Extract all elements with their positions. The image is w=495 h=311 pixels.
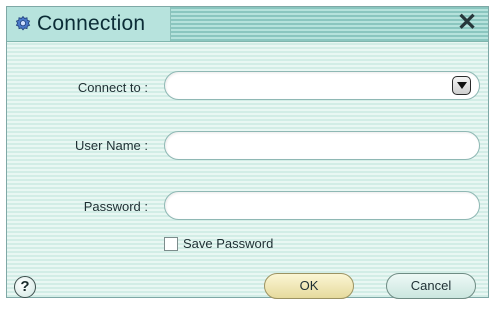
window-title: Connection: [37, 12, 146, 35]
title-tab: Connection: [7, 7, 171, 41]
gear-icon: [15, 15, 31, 31]
connect-to-label: Connect to :: [77, 80, 148, 95]
help-icon[interactable]: ?: [14, 276, 36, 298]
ok-button[interactable]: OK: [264, 273, 354, 299]
save-password-checkbox[interactable]: [164, 237, 178, 251]
save-password-label[interactable]: Save Password: [183, 236, 273, 251]
password-field[interactable]: [164, 191, 480, 220]
close-button[interactable]: ✕: [453, 11, 481, 35]
cancel-button[interactable]: Cancel: [386, 273, 476, 299]
connect-to-combobox[interactable]: [164, 71, 480, 100]
title-bar[interactable]: Connection ✕: [7, 7, 488, 42]
user-name-field[interactable]: [164, 131, 480, 160]
user-name-label: User Name :: [75, 138, 148, 153]
connection-dialog: Connection ✕ Connect to : User Name : Pa…: [6, 6, 489, 299]
dropdown-arrow-icon[interactable]: [452, 76, 471, 95]
password-label: Password :: [83, 199, 148, 214]
